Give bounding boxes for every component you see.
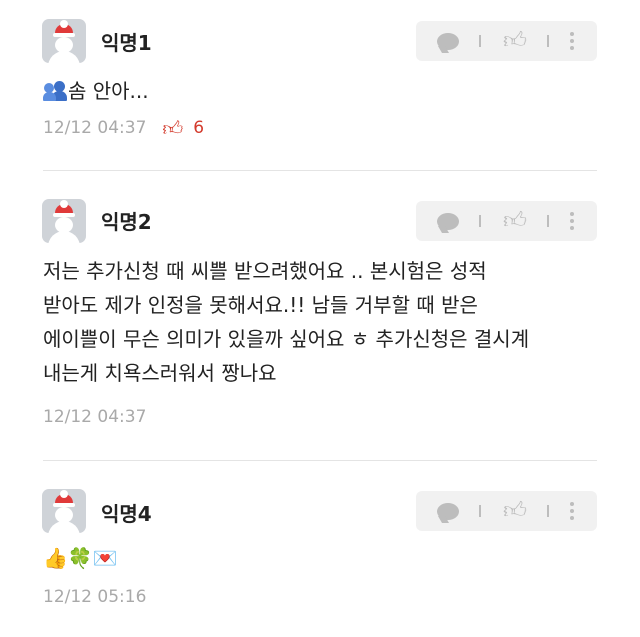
reply-button[interactable] xyxy=(434,491,462,531)
like-count-value: 6 xyxy=(193,118,205,138)
comment-text: 저는 추가신청 때 씨쁠 받으려했어요 .. 본시험은 성적 받아도 제가 인정… xyxy=(43,259,530,385)
comment-bubble-icon xyxy=(437,32,459,50)
like-button[interactable]: 👍︎ xyxy=(500,201,530,241)
more-vertical-icon xyxy=(570,502,574,520)
thumbs-up-icon: 👍︎ xyxy=(502,497,528,524)
people-emoji-icon xyxy=(43,81,67,101)
comment-meta: 12/12 05:16 xyxy=(43,586,146,608)
like-count: 👍︎ 6 xyxy=(162,117,204,139)
comment-actions: 👍︎ xyxy=(416,491,597,531)
comment-author: 익명4 xyxy=(101,502,152,526)
more-button[interactable] xyxy=(564,21,580,61)
avatar xyxy=(42,199,86,243)
comment-divider xyxy=(43,170,597,171)
comment-actions: 👍︎ xyxy=(416,201,597,241)
comment-actions: 👍︎ xyxy=(416,21,597,61)
more-button[interactable] xyxy=(564,201,580,241)
comment-author: 익명2 xyxy=(101,210,152,234)
comment-author: 익명1 xyxy=(101,31,152,55)
comment-text: 👍🍀💌 xyxy=(43,546,118,570)
comment-meta: 12/12 04:37 xyxy=(43,406,146,428)
like-button[interactable]: 👍︎ xyxy=(500,21,530,61)
timestamp: 12/12 04:37 xyxy=(43,118,147,138)
thumbs-up-icon: 👍︎ xyxy=(502,27,528,54)
comment-bubble-icon xyxy=(437,212,459,230)
thumbs-up-icon: 👍︎ xyxy=(502,207,528,234)
reply-button[interactable] xyxy=(434,201,462,241)
comment-meta: 12/12 04:37 👍︎ 6 xyxy=(43,117,204,139)
timestamp: 12/12 05:16 xyxy=(43,587,147,607)
reply-button[interactable] xyxy=(434,21,462,61)
like-button[interactable]: 👍︎ xyxy=(500,491,530,531)
more-vertical-icon xyxy=(570,212,574,230)
avatar xyxy=(42,19,86,63)
more-button[interactable] xyxy=(564,491,580,531)
comment-text: 솜 안아... xyxy=(43,74,603,108)
timestamp: 12/12 04:37 xyxy=(43,407,147,427)
thumbs-up-outline-icon: 👍︎ xyxy=(162,116,184,140)
comment-divider xyxy=(43,460,597,461)
more-vertical-icon xyxy=(570,32,574,50)
comment-bubble-icon xyxy=(437,502,459,520)
avatar xyxy=(42,489,86,533)
